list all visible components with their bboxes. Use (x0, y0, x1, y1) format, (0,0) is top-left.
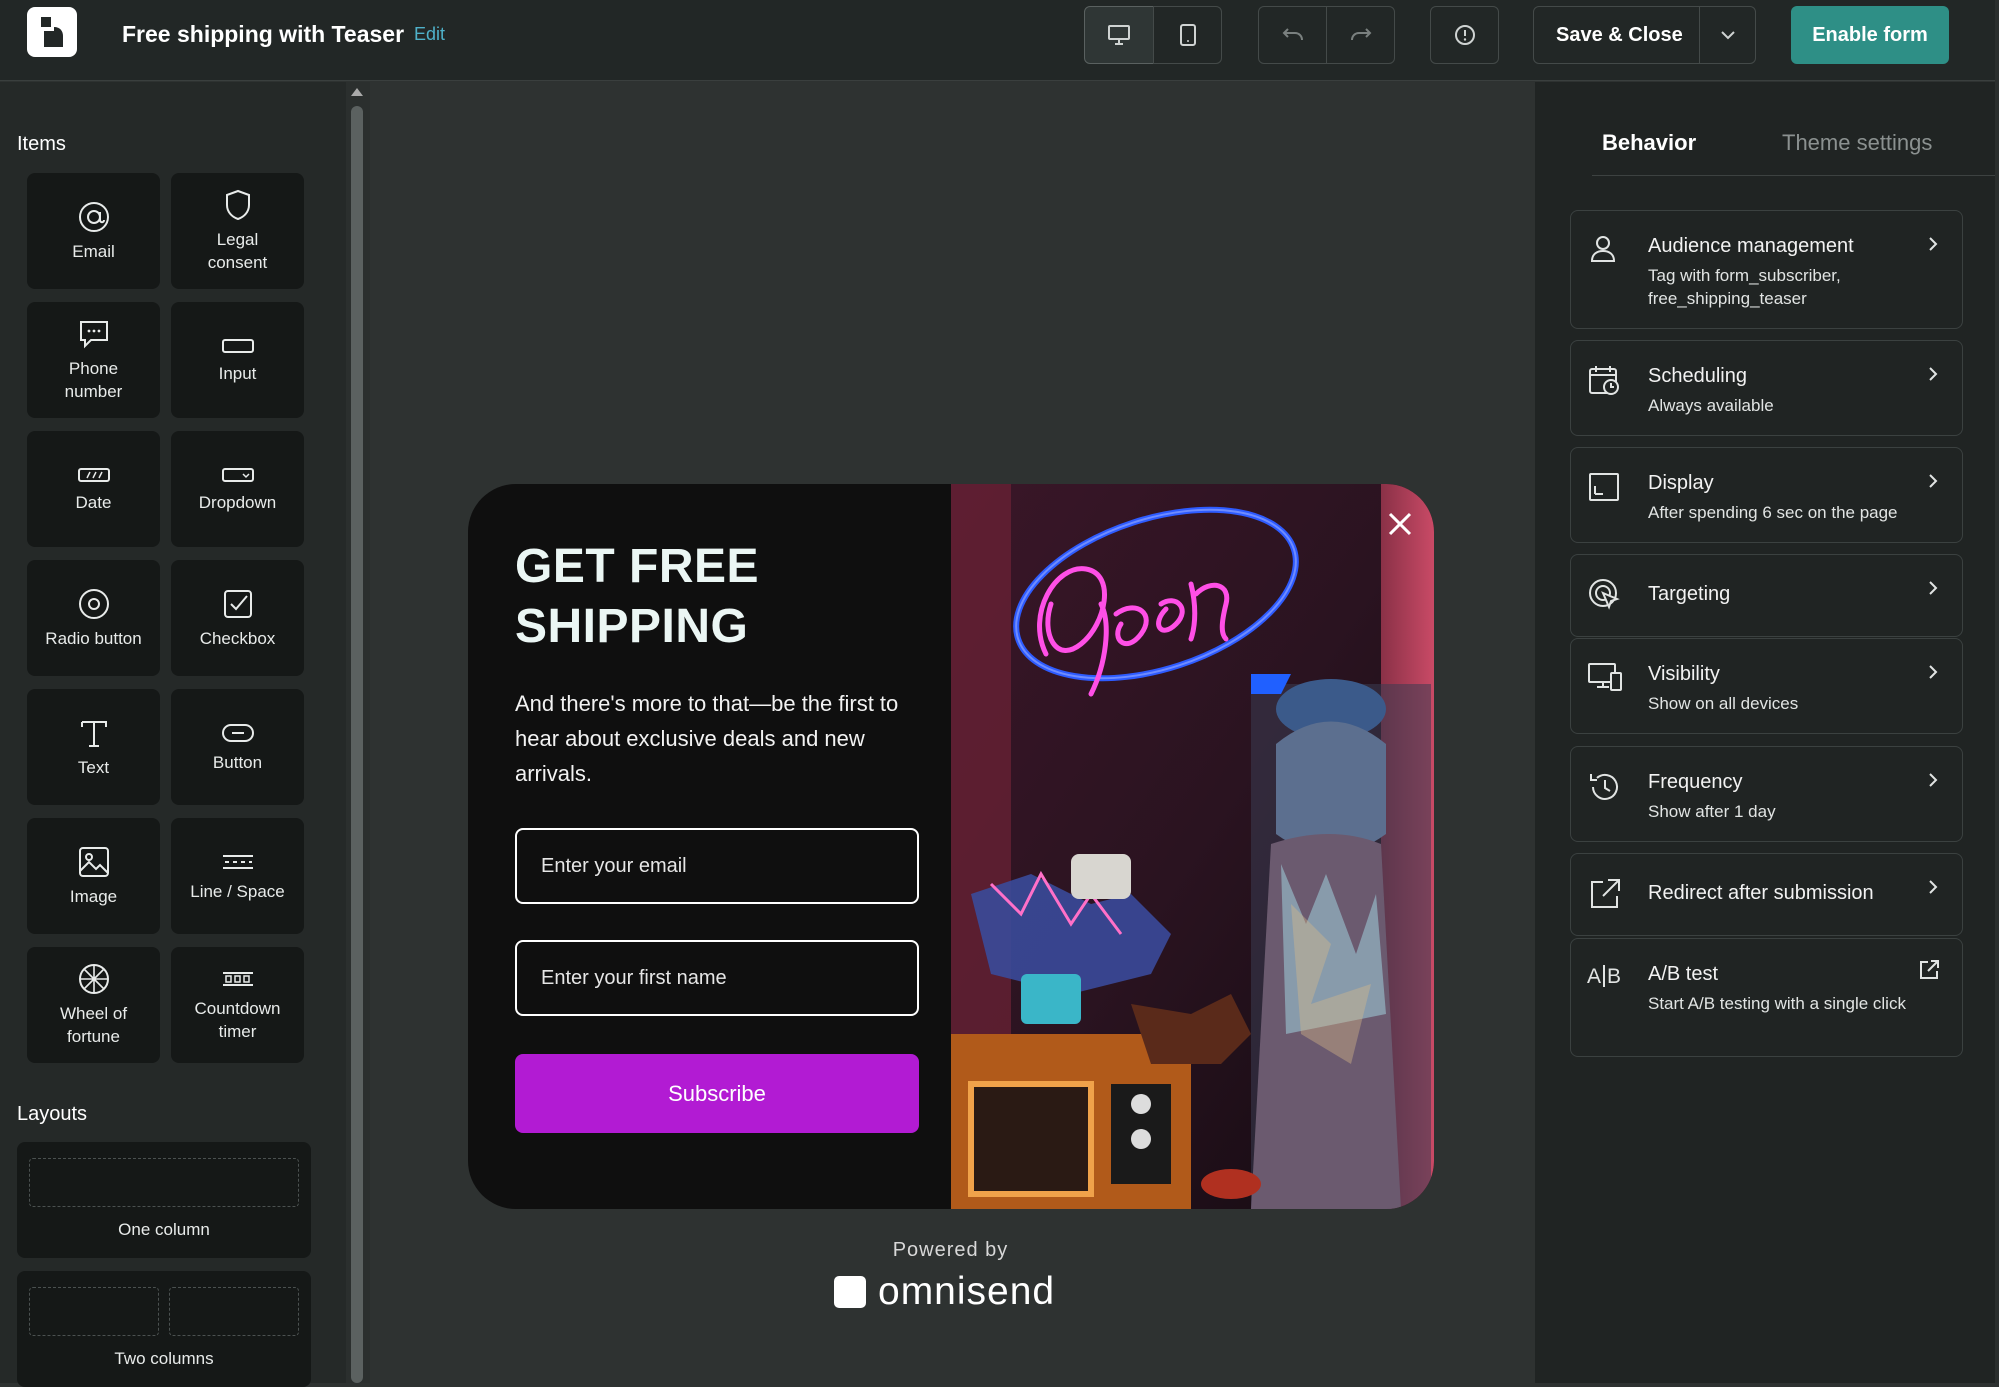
desktop-icon (1108, 25, 1130, 45)
item-dropdown[interactable]: Dropdown (171, 431, 304, 547)
item-text[interactable]: Text (27, 689, 160, 805)
external-link-icon[interactable] (1918, 959, 1940, 986)
enable-form-button[interactable]: Enable form (1791, 6, 1949, 64)
powered-by-label: Powered by (892, 1239, 1009, 1261)
layouts-heading: Layouts (17, 1103, 88, 1125)
item-countdown-timer[interactable]: Countdown timer (171, 947, 304, 1063)
card-visibility[interactable]: Visibility Show on all devices (1570, 638, 1963, 734)
edit-title-link[interactable]: Edit (414, 24, 445, 45)
line-space-icon (222, 854, 253, 869)
popup-description[interactable]: And there's more to that—be the first to… (515, 686, 925, 791)
item-legal-consent[interactable]: Legal consent (171, 173, 304, 289)
save-close-button[interactable]: Save & Close (1533, 6, 1756, 64)
svg-text:B: B (1607, 965, 1621, 988)
form-popup-preview[interactable]: GET FREE SHIPPING And there's more to th… (468, 484, 1434, 1209)
omnisend-brand: omnisend (834, 1270, 1055, 1314)
window-edge (1995, 0, 1999, 1383)
svg-text:A: A (1587, 965, 1601, 988)
item-image[interactable]: Image (27, 818, 160, 934)
item-input[interactable]: Input (171, 302, 304, 418)
input-icon (221, 338, 254, 353)
ab-icon: AB (1587, 961, 1623, 996)
image-icon (78, 846, 109, 877)
calendar-clock-icon (1587, 363, 1621, 402)
card-display[interactable]: Display After spending 6 sec on the page (1570, 447, 1963, 543)
item-checkbox[interactable]: Checkbox (171, 560, 304, 676)
card-scheduling[interactable]: Scheduling Always available (1570, 340, 1963, 436)
dropdown-icon (221, 467, 254, 482)
redirect-icon (1587, 876, 1623, 917)
sidebar-scrollbar[interactable] (346, 82, 370, 1383)
save-close-label: Save & Close (1556, 24, 1683, 46)
target-icon (1587, 577, 1623, 618)
tab-behavior[interactable]: Behavior (1602, 130, 1696, 156)
info-icon (1454, 25, 1475, 45)
scrollbar-thumb[interactable] (351, 106, 363, 1383)
settings-panel: Behavior Theme settings Audience managem… (1535, 82, 1999, 1383)
checkbox-icon (223, 589, 252, 618)
email-field[interactable]: Enter your email (515, 828, 919, 904)
card-ab-test[interactable]: AB A/B test Start A/B testing with a sin… (1570, 938, 1963, 1057)
layout-two-columns[interactable]: Two columns (17, 1271, 311, 1387)
omnisend-logo-icon (834, 1276, 866, 1308)
countdown-icon (222, 972, 253, 986)
at-icon (78, 201, 109, 232)
card-audience-management[interactable]: Audience management Tag with form_subscr… (1570, 210, 1963, 329)
items-sidebar: Items Email Legal consent Phone number I… (0, 82, 346, 1387)
button-icon (221, 723, 254, 742)
mobile-icon (1179, 24, 1196, 46)
redo-button[interactable] (1326, 6, 1395, 64)
chevron-right-icon (1926, 472, 1940, 495)
card-redirect-after-submission[interactable]: Redirect after submission (1570, 853, 1963, 936)
item-wheel-of-fortune[interactable]: Wheel of fortune (27, 947, 160, 1063)
undo-icon (1282, 28, 1303, 41)
chevron-right-icon (1926, 663, 1940, 686)
devices-icon (1587, 661, 1623, 698)
date-icon (77, 467, 110, 482)
tab-theme-settings[interactable]: Theme settings (1782, 130, 1932, 156)
omnisend-logo[interactable] (27, 7, 77, 57)
item-date[interactable]: Date (27, 431, 160, 547)
display-icon (1587, 470, 1621, 509)
radio-icon (78, 588, 109, 619)
popup-image[interactable] (951, 484, 1434, 1209)
chat-icon (79, 321, 108, 349)
layout-one-column[interactable]: One column (17, 1142, 311, 1258)
undo-button[interactable] (1258, 6, 1327, 64)
chevron-right-icon (1926, 365, 1940, 388)
items-heading: Items (17, 133, 66, 155)
shield-icon (225, 189, 250, 221)
chevron-right-icon (1926, 579, 1940, 602)
form-title: Free shipping with Teaser (122, 21, 405, 47)
card-targeting[interactable]: Targeting (1570, 554, 1963, 637)
history-icon (1587, 769, 1623, 810)
person-icon (1587, 233, 1619, 270)
top-bar: Free shipping with Teaser Edit Save & Cl… (0, 0, 1999, 81)
mobile-view-button[interactable] (1153, 6, 1222, 64)
popup-title[interactable]: GET FREE SHIPPING (515, 537, 759, 657)
item-radio-button[interactable]: Radio button (27, 560, 160, 676)
chevron-right-icon (1926, 235, 1940, 258)
item-phone-number[interactable]: Phone number (27, 302, 160, 418)
close-icon[interactable] (1385, 509, 1415, 539)
settings-tabs: Behavior Theme settings (1592, 130, 1998, 176)
scroll-up-arrow-icon[interactable] (351, 88, 363, 96)
desktop-view-button[interactable] (1084, 6, 1154, 64)
chevron-down-icon[interactable] (1718, 25, 1738, 51)
chevron-right-icon (1926, 878, 1940, 901)
chevron-right-icon (1926, 771, 1940, 794)
item-line-space[interactable]: Line / Space (171, 818, 304, 934)
subscribe-button[interactable]: Subscribe (515, 1054, 919, 1133)
redo-icon (1350, 28, 1371, 41)
item-email[interactable]: Email (27, 173, 160, 289)
text-icon (80, 720, 107, 747)
first-name-field[interactable]: Enter your first name (515, 940, 919, 1016)
item-button[interactable]: Button (171, 689, 304, 805)
wheel-icon (78, 964, 109, 994)
card-frequency[interactable]: Frequency Show after 1 day (1570, 746, 1963, 842)
info-button[interactable] (1430, 6, 1499, 64)
